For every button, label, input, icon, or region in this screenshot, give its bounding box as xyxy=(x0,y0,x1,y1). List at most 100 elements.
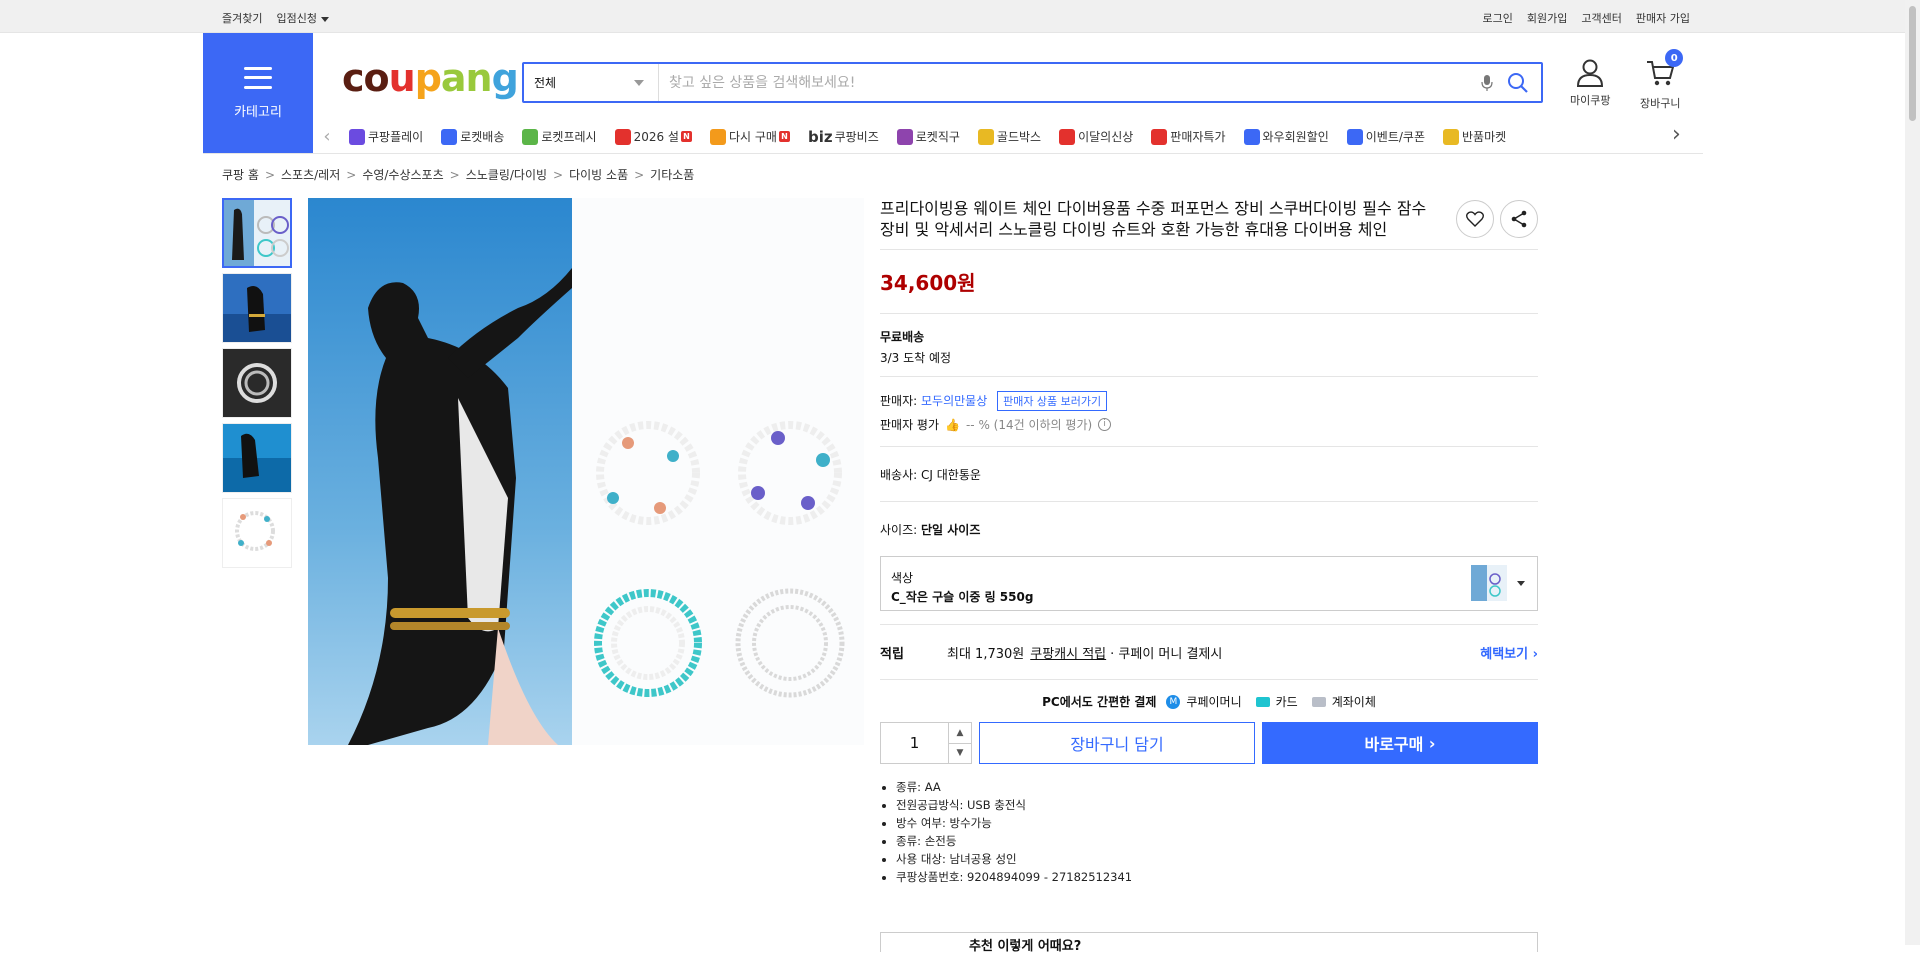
search-bar: 전체 xyxy=(522,62,1543,103)
thumbs-up-icon: 👍 xyxy=(945,417,960,432)
nav-item-label: 와우회원할인 xyxy=(1262,130,1329,144)
thumbnail-3[interactable] xyxy=(222,348,292,418)
breadcrumb-item[interactable]: 다이빙 소품 xyxy=(569,166,628,183)
coupang-cash-link[interactable]: 쿠팡캐시 적립 xyxy=(1030,643,1106,662)
cart-button[interactable]: 0 장바구니 xyxy=(1640,49,1684,111)
nav-item[interactable]: 이벤트/쿠폰 xyxy=(1338,128,1434,145)
login-link[interactable]: 로그인 xyxy=(1483,10,1513,26)
nav-item[interactable]: 판매자특가 xyxy=(1142,128,1234,145)
signup-link[interactable]: 회원가입 xyxy=(1527,10,1567,26)
product-attributes: 종류: AA전원공급방식: USB 충전식방수 여부: 방수가능종류: 손전등사… xyxy=(896,778,1538,886)
nav-item[interactable]: 반품마켓 xyxy=(1434,128,1515,145)
category-menu-button[interactable]: 카테고리 xyxy=(203,33,313,153)
seollal-icon xyxy=(614,128,631,145)
nav-item[interactable]: 다시 구매 N xyxy=(701,128,799,145)
divider xyxy=(880,624,1538,625)
attribute-item: 방수 여부: 방수가능 xyxy=(896,814,1538,832)
share-button[interactable] xyxy=(1500,200,1538,238)
breadcrumb-separator-icon: > xyxy=(264,167,275,182)
color-option-value: C_작은 구슬 이중 링 550g xyxy=(891,590,1034,604)
divider xyxy=(880,679,1538,680)
main-product-image[interactable] xyxy=(308,198,864,745)
shipping-eta: 3/3 도착 예정 xyxy=(880,351,952,365)
my-coupang-button[interactable]: 마이쿠팡 xyxy=(1570,58,1610,108)
nav-item[interactable]: 로켓직구 xyxy=(888,128,969,145)
dropdown-arrow-icon xyxy=(634,79,644,86)
wishlist-button[interactable] xyxy=(1456,200,1494,238)
nav-item-label: 로켓배송 xyxy=(460,130,505,144)
add-to-cart-button[interactable]: 장바구니 담기 xyxy=(979,722,1256,764)
nav-item-label: 2026 설 xyxy=(633,130,679,144)
quick-nav-items: 쿠팡플레이 로켓배송 로켓프레시 2026 설 N 다시 구매 Nbiz 쿠팡비즈 로켓직구 골드… xyxy=(340,128,1700,146)
top-utility-bar: 즐겨찾기 입점신청 로그인 회원가입 고객센터 판매자 가입 xyxy=(0,0,1920,33)
color-option-label: 색상 xyxy=(891,571,914,585)
search-icon[interactable] xyxy=(1507,72,1529,94)
nav-next-icon[interactable]: › xyxy=(1672,122,1681,147)
breadcrumb-item[interactable]: 스포츠/레저 xyxy=(281,166,340,183)
bank-transfer-icon xyxy=(1311,696,1326,707)
card-icon xyxy=(1255,696,1270,707)
thumbnail-1[interactable] xyxy=(222,198,292,268)
breadcrumb-separator-icon: > xyxy=(346,167,357,182)
search-input[interactable] xyxy=(659,74,1481,91)
seller-signup-link[interactable]: 판매자 가입 xyxy=(1636,10,1690,26)
buy-now-button[interactable]: 바로구매 › xyxy=(1262,722,1538,764)
product-info-panel: 프리다이빙용 웨이트 체인 다이버용품 수중 퍼포먼스 장비 스쿠버다이빙 필수… xyxy=(880,198,1538,886)
benefit-link[interactable]: 혜택보기 › xyxy=(1480,643,1538,662)
info-icon[interactable]: i xyxy=(1098,418,1112,431)
breadcrumb-item[interactable]: 기타소품 xyxy=(650,166,694,183)
quick-nav: ‹ 쿠팡플레이 로켓배송 로켓프레시 2026 설 N 다시 구매 Nbiz 쿠팡비즈 로켓직구… xyxy=(320,120,1700,153)
new-badge: N xyxy=(778,131,790,142)
recommendation-teaser: 추천 이렇게 어때요? xyxy=(880,932,1538,954)
nav-item[interactable]: biz 쿠팡비즈 xyxy=(799,128,888,146)
nav-item[interactable]: 와우회원할인 xyxy=(1235,128,1338,145)
attribute-item: 쿠팡상품번호: 9204894099 - 27182512341 xyxy=(896,868,1538,886)
customer-center-link[interactable]: 고객센터 xyxy=(1581,10,1621,26)
product-title: 프리다이빙용 웨이트 체인 다이버용품 수중 퍼포먼스 장비 스쿠버다이빙 필수… xyxy=(880,199,1427,239)
thumbnail-list xyxy=(222,198,294,568)
attribute-item: 종류: AA xyxy=(896,778,1538,796)
my-coupang-label: 마이쿠팡 xyxy=(1570,94,1611,107)
rocket-delivery-icon xyxy=(441,128,458,145)
nav-item[interactable]: 2026 설N xyxy=(606,128,701,145)
coupang-logo[interactable]: coupang xyxy=(342,56,519,100)
page-scrollbar[interactable] xyxy=(1905,0,1920,945)
nav-item-label: 이벤트/쿠폰 xyxy=(1365,130,1425,144)
search-category-select[interactable]: 전체 xyxy=(524,64,659,101)
seller-info: 판매자: 모두의만물상 판매자 상품 보러가기 xyxy=(880,391,1538,411)
nav-item[interactable]: 쿠팡플레이 xyxy=(340,128,432,145)
quantity-down-icon[interactable]: ▼ xyxy=(949,744,971,764)
attribute-item: 사용 대상: 남녀공용 성인 xyxy=(896,850,1538,868)
reward-row: 적립 최대 1,730원 쿠팡캐시 적립 · 쿠페이 머니 결제시 혜택보기 › xyxy=(880,643,1538,662)
user-icon xyxy=(1577,59,1604,87)
microphone-icon[interactable] xyxy=(1481,74,1493,92)
seller-name-link[interactable]: 모두의만물상 xyxy=(921,394,987,408)
breadcrumb-separator-icon: > xyxy=(634,167,645,182)
breadcrumb: 쿠팡 홈 > 스포츠/레저 > 수영/수상스포츠 > 스노클링/다이빙 > 다이빙 소품 > 기타소… xyxy=(222,166,694,183)
nav-item[interactable]: 로켓프레시 xyxy=(513,128,605,145)
nav-item[interactable]: 로켓배송 xyxy=(432,128,513,145)
caret-down-icon xyxy=(320,16,329,22)
return-market-icon xyxy=(1443,128,1459,145)
nav-item[interactable]: 이달의신상 xyxy=(1050,128,1142,145)
thumbnail-4[interactable] xyxy=(222,423,292,493)
thumbnail-5[interactable] xyxy=(222,498,292,568)
quantity-up-icon[interactable]: ▲ xyxy=(949,723,972,744)
breadcrumb-item[interactable]: 수영/수상스포츠 xyxy=(362,166,443,183)
breadcrumb-item[interactable]: 쿠팡 홈 xyxy=(222,166,259,183)
payment-methods: PC에서도 간편한 결제 M 쿠페이머니 카드 계좌이체 xyxy=(1042,694,1376,709)
nav-prev-icon[interactable]: ‹ xyxy=(320,126,334,147)
nav-item[interactable]: 골드박스 xyxy=(969,128,1050,145)
chevron-down-icon xyxy=(1517,581,1525,586)
seller-apply-link[interactable]: 입점신청 xyxy=(276,10,329,26)
breadcrumb-item[interactable]: 스노클링/다이빙 xyxy=(466,166,547,183)
color-option-select[interactable]: 색상 C_작은 구슬 이중 링 550g xyxy=(880,556,1538,611)
divider xyxy=(880,446,1538,447)
seller-products-link[interactable]: 판매자 상품 보러가기 xyxy=(997,391,1108,411)
quantity-input[interactable]: 1 xyxy=(881,723,950,763)
cart-label: 장바구니 xyxy=(1640,97,1681,110)
event-coupon-icon xyxy=(1346,128,1363,145)
coupang-play-icon xyxy=(349,128,365,145)
thumbnail-2[interactable] xyxy=(222,273,292,343)
bookmark-link[interactable]: 즐겨찾기 xyxy=(222,10,262,26)
